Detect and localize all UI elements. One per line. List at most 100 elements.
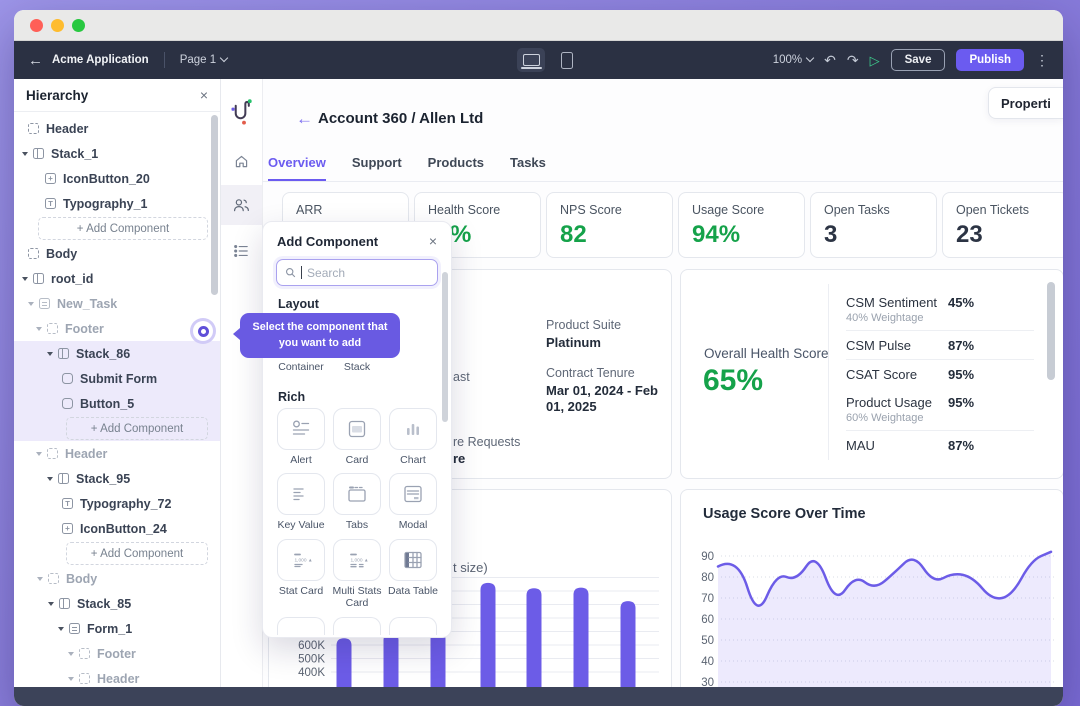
tab-products[interactable]: Products: [428, 155, 484, 182]
redo-icon[interactable]: ↷: [847, 53, 859, 67]
tree-item-root-id[interactable]: root_id: [14, 266, 220, 291]
page-selector[interactable]: Page 1: [180, 54, 227, 66]
hierarchy-scrollbar[interactable]: [211, 115, 218, 295]
mobile-preview-button[interactable]: [553, 48, 581, 72]
tree-item-typography-1[interactable]: Typography_1: [14, 191, 220, 216]
toolbar-divider: [164, 52, 165, 68]
component-tile-clipped[interactable]: [388, 617, 438, 635]
kpi-card-usage-score[interactable]: Usage Score94%: [678, 192, 805, 258]
kebab-menu-icon[interactable]: ⋮: [1035, 53, 1049, 67]
health-score-card[interactable]: Overall Health Score 65% CSM Sentiment45…: [680, 269, 1063, 479]
component-search-box[interactable]: [276, 259, 438, 286]
tree-caret-icon[interactable]: [68, 652, 74, 656]
component-tile-stat-card[interactable]: 1,000 ▲Stat Card: [276, 539, 326, 610]
tree-caret-icon[interactable]: [22, 277, 28, 281]
mobile-icon: [561, 52, 573, 69]
tree-item-new-task[interactable]: New_Task: [14, 291, 220, 316]
maximize-window-button[interactable]: [72, 19, 85, 32]
tree-item-submit-form[interactable]: Submit Form: [14, 366, 220, 391]
tree-caret-icon[interactable]: [58, 627, 64, 631]
nav-accounts-button[interactable]: [220, 185, 262, 225]
zoom-selector[interactable]: 100%: [773, 54, 813, 66]
play-icon[interactable]: ▷: [870, 54, 880, 67]
back-arrow-icon[interactable]: ←: [28, 52, 43, 69]
tree-item-stack-85[interactable]: Stack_85: [14, 591, 220, 616]
kpi-label: Health Score: [428, 203, 527, 217]
tree-caret-icon[interactable]: [47, 477, 53, 481]
nav-tasks-button[interactable]: [220, 231, 262, 271]
nav-home-button[interactable]: [220, 141, 262, 181]
tree-item-iconbutton-24[interactable]: IconButton_24: [14, 516, 220, 541]
health-metrics-list: CSM Sentiment45%40% WeightageCSM Pulse87…: [846, 288, 1034, 459]
tree-item-body[interactable]: Body: [14, 566, 220, 591]
tree-item-label: Typography_1: [63, 197, 148, 211]
tree-item-form-1[interactable]: Form_1: [14, 616, 220, 641]
properties-panel-button[interactable]: Properti: [988, 87, 1063, 119]
tree-item-body[interactable]: Body: [14, 241, 220, 266]
add-component-dashed-box[interactable]: + Add Component: [66, 542, 208, 565]
usage-chart-card[interactable]: Usage Score Over Time 90807060504030: [680, 489, 1063, 687]
tile-label: Stat Card: [279, 585, 323, 598]
component-tile-modal[interactable]: Modal: [388, 473, 438, 532]
add-component-dashed-box[interactable]: + Add Component: [66, 417, 208, 440]
kpi-card-open-tickets[interactable]: Open Tickets23: [942, 192, 1063, 258]
tree-item-stack-95[interactable]: Stack_95: [14, 466, 220, 491]
tree-caret-icon[interactable]: [36, 452, 42, 456]
tree-caret-icon[interactable]: [28, 302, 34, 306]
component-tile-clipped[interactable]: [276, 617, 326, 635]
tile-label: Tabs: [346, 519, 368, 532]
tile-label: Stack: [344, 361, 370, 374]
save-button[interactable]: Save: [891, 49, 946, 71]
component-tile-key-value[interactable]: Key Value: [276, 473, 326, 532]
app-back-arrow[interactable]: ←: [296, 109, 313, 129]
tree-item-header[interactable]: Header: [14, 441, 220, 466]
tree-caret-icon[interactable]: [22, 152, 28, 156]
component-tile-card[interactable]: Card: [332, 408, 382, 467]
tree-caret-icon[interactable]: [48, 602, 54, 606]
metric-row-csat-score: CSAT Score95%: [846, 360, 1034, 388]
component-tile-clipped[interactable]: [332, 617, 382, 635]
publish-button[interactable]: Publish: [956, 49, 1024, 71]
tree-item-header[interactable]: Header: [14, 666, 220, 687]
tree-caret-icon[interactable]: [47, 352, 53, 356]
field-value: Mar 01, 2024 - Feb 01, 2025: [546, 383, 666, 416]
tree-item-button-5[interactable]: Button_5: [14, 391, 220, 416]
tree-item-header[interactable]: Header: [14, 116, 220, 141]
tree-add-component-button[interactable]: + Add Component: [14, 416, 220, 441]
popover-scrollbar[interactable]: [442, 272, 448, 422]
tree-item-stack-1[interactable]: Stack_1: [14, 141, 220, 166]
kpi-card-nps-score[interactable]: NPS Score82: [546, 192, 673, 258]
component-tile-chart[interactable]: Chart: [388, 408, 438, 467]
undo-icon[interactable]: ↶: [824, 53, 836, 67]
metric-value: 45%: [948, 295, 974, 310]
tree-item-typography-72[interactable]: Typography_72: [14, 491, 220, 516]
tree-caret-icon[interactable]: [37, 577, 43, 581]
tree-item-iconbutton-20[interactable]: IconButton_20: [14, 166, 220, 191]
tab-tasks[interactable]: Tasks: [510, 155, 546, 182]
tree-caret-icon[interactable]: [68, 677, 74, 681]
tree-item-stack-86[interactable]: Stack_86: [14, 341, 220, 366]
kpi-card-open-tasks[interactable]: Open Tasks3: [810, 192, 937, 258]
svg-text:500K: 500K: [298, 654, 325, 666]
field-label: Contract Tenure: [546, 366, 666, 380]
tree-add-component-button[interactable]: + Add Component: [14, 541, 220, 566]
tree-item-label: Body: [46, 247, 77, 261]
desktop-preview-button[interactable]: [517, 48, 545, 72]
close-icon[interactable]: ×: [429, 233, 437, 249]
tree-item-footer[interactable]: Footer: [14, 641, 220, 666]
component-tile-multi-stats-card[interactable]: 1,000 ▲Multi Stats Card: [332, 539, 382, 610]
component-tile-alert[interactable]: Alert: [276, 408, 326, 467]
metrics-scrollbar[interactable]: [1047, 282, 1055, 380]
tree-caret-icon[interactable]: [36, 327, 42, 331]
close-icon[interactable]: ×: [200, 87, 208, 103]
tile-label: Multi Stats Card: [332, 585, 382, 610]
tab-support[interactable]: Support: [352, 155, 402, 182]
component-tile-data-table[interactable]: Data Table: [388, 539, 438, 610]
tab-overview[interactable]: Overview: [268, 155, 326, 182]
component-tile-tabs[interactable]: Tabs: [332, 473, 382, 532]
add-component-dashed-box[interactable]: + Add Component: [38, 217, 208, 240]
tree-add-component-button[interactable]: + Add Component: [14, 216, 220, 241]
search-input[interactable]: [307, 266, 429, 280]
minimize-window-button[interactable]: [51, 19, 64, 32]
close-window-button[interactable]: [30, 19, 43, 32]
